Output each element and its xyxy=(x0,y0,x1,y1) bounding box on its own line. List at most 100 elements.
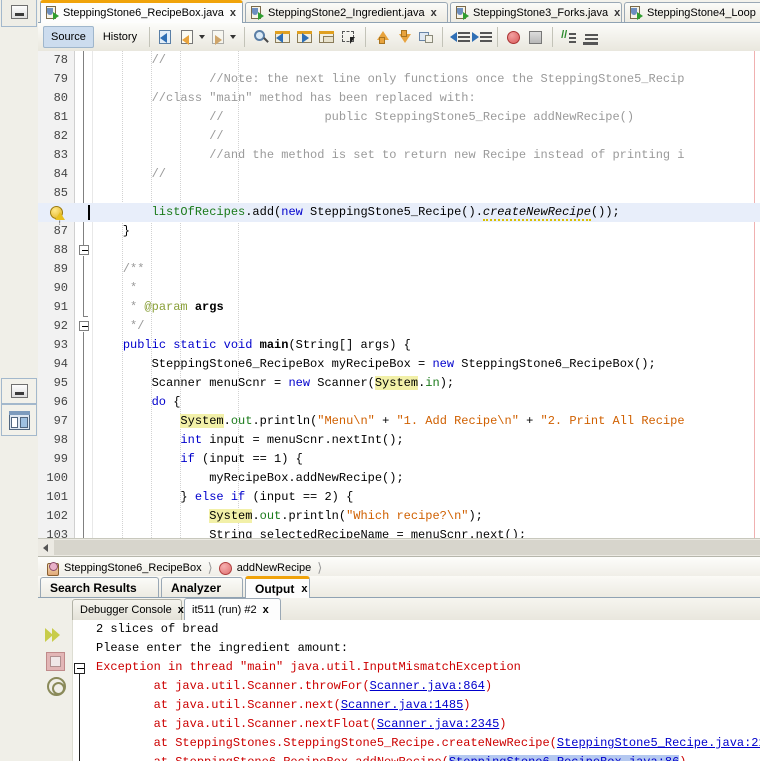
tab-close-button[interactable]: x xyxy=(301,583,307,595)
line-number: 92 xyxy=(53,319,68,333)
stack-trace-link[interactable]: Scanner.java:864 xyxy=(370,679,485,693)
shift-left-icon[interactable] xyxy=(449,27,471,47)
editor-tab-close-button[interactable]: x xyxy=(614,7,620,19)
line-number: 97 xyxy=(53,414,68,428)
line-number: 79 xyxy=(53,72,68,86)
console-text: ) xyxy=(499,717,507,731)
code-text: //class "main" method has been replaced … xyxy=(94,91,476,105)
settings-icon[interactable] xyxy=(44,674,66,696)
code-line: 83 //and the method is set to return new… xyxy=(38,146,760,165)
rectangular-selection-icon[interactable] xyxy=(339,27,359,47)
editor-tab-steppingstone2[interactable]: SteppingStone2_Ingredient.java x xyxy=(245,2,448,23)
comment-icon[interactable]: // xyxy=(559,27,579,47)
previous-error-icon[interactable] xyxy=(372,27,392,47)
scroll-left-button[interactable] xyxy=(38,539,54,556)
minimize-window-button[interactable] xyxy=(11,5,28,19)
tab-label: Output xyxy=(255,581,295,596)
code-text: int input = menuScnr.nextInt(); xyxy=(180,433,404,447)
console-line: Please enter the ingredient amount: xyxy=(72,639,760,658)
stop-macro-icon[interactable] xyxy=(526,27,546,47)
method-icon xyxy=(218,561,232,575)
code-line: 79 //Note: the next line only functions … xyxy=(38,70,760,89)
tab-analyzer[interactable]: Analyzer xyxy=(161,577,243,598)
breadcrumb-separator-icon: ⟩ xyxy=(207,560,213,575)
warning-bulb-icon[interactable] xyxy=(49,206,65,233)
code-line: listOfRecipes.add(new SteppingStone5_Rec… xyxy=(38,203,760,233)
stop-icon[interactable] xyxy=(44,650,66,672)
editor-horizontal-scrollbar[interactable] xyxy=(38,538,760,556)
line-number: 96 xyxy=(53,395,68,409)
code-text: String selectedRecipeName = menuScnr.nex… xyxy=(94,528,527,538)
bottom-panel: Search Results Analyzer Output x Debugge… xyxy=(38,576,760,761)
scroll-track[interactable] xyxy=(54,540,760,555)
refactor-dropdown-icon[interactable] xyxy=(199,35,206,39)
rerun-icon[interactable] xyxy=(44,624,66,646)
toggle-breakpoint-icon[interactable] xyxy=(416,27,436,47)
line-number: 102 xyxy=(46,509,68,523)
history-view-button[interactable]: History xyxy=(96,26,144,48)
editor-window: SteppingStone6_RecipeBox.java x Stepping… xyxy=(38,0,760,580)
console-text: Exception in thread "main" java.util.Inp… xyxy=(96,660,521,674)
last-edit-icon[interactable] xyxy=(156,27,176,47)
breadcrumb-item-class[interactable]: SteppingStone6_RecipeBox xyxy=(46,561,202,576)
find-selection-icon[interactable] xyxy=(251,27,271,47)
bottom-tab-bar: Search Results Analyzer Output x xyxy=(38,576,760,598)
next-error-icon[interactable] xyxy=(394,27,414,47)
line-number: 83 xyxy=(53,148,68,162)
code-text: // xyxy=(94,53,167,67)
code-text: //Note: the next line only functions onc… xyxy=(94,72,685,86)
projects-window-toggle[interactable] xyxy=(1,378,37,404)
editor-tab-close-button[interactable]: x xyxy=(431,7,437,19)
editor-tab-steppingstone4[interactable]: SteppingStone4_Loop xyxy=(624,2,760,23)
editor-tab-label: SteppingStone3_Forks.java xyxy=(473,7,609,19)
files-window-toggle[interactable] xyxy=(1,404,37,436)
toggle-bookmark-icon[interactable] xyxy=(317,27,337,47)
tab-search-results[interactable]: Search Results xyxy=(40,577,159,598)
subtab-debugger-console[interactable]: Debugger Console x xyxy=(72,599,184,620)
code-line: 102 System.out.println("Which recipe?\n"… xyxy=(38,507,760,526)
code-text: */ xyxy=(94,319,145,333)
top-left-dock-panel xyxy=(1,0,37,27)
uncomment-icon[interactable] xyxy=(581,27,601,47)
editor-tab-label: SteppingStone4_Loop xyxy=(647,7,756,19)
previous-bookmark-icon[interactable] xyxy=(273,27,293,47)
editor-tab-close-button[interactable]: x xyxy=(230,7,236,19)
shift-right-icon[interactable] xyxy=(471,27,493,47)
stack-trace-link[interactable]: Scanner.java:1485 xyxy=(341,698,463,712)
stack-trace-link[interactable]: SteppingStone6_RecipeBox.java:86 xyxy=(448,755,680,761)
source-view-button[interactable]: Source xyxy=(43,26,94,48)
stack-trace-link[interactable]: Scanner.java:2345 xyxy=(377,717,499,731)
code-editor[interactable]: 78 //79 //Note: the next line only funct… xyxy=(38,51,760,538)
breadcrumb-class-label: SteppingStone6_RecipeBox xyxy=(64,562,202,574)
console-line: at SteppingStones.SteppingStone5_Recipe.… xyxy=(72,734,760,753)
output-fold-toggle[interactable] xyxy=(74,663,85,674)
console-text: at SteppingStone6_RecipeBox.addNewRecipe… xyxy=(96,755,449,761)
next-bookmark-icon[interactable] xyxy=(295,27,315,47)
subtab-label: it511 (run) #2 xyxy=(192,603,257,616)
java-file-icon xyxy=(455,6,469,20)
console-line: Exception in thread "main" java.util.Inp… xyxy=(72,658,760,677)
stack-trace-link[interactable]: SteppingStone5_Recipe.java:210 xyxy=(557,736,760,750)
tab-output[interactable]: Output x xyxy=(245,576,310,598)
subtab-it511-run[interactable]: it511 (run) #2 x xyxy=(184,598,281,620)
code-text: if (input == 1) { xyxy=(180,452,303,466)
tab-label: Search Results xyxy=(50,581,137,595)
code-text: myRecipeBox.addNewRecipe(); xyxy=(94,471,404,485)
output-console[interactable]: 2 slices of bread Please enter the ingred… xyxy=(38,620,760,761)
left-dock-strip xyxy=(0,0,38,761)
forward-dropdown-icon[interactable] xyxy=(230,35,237,39)
code-lines: 78 //79 //Note: the next line only funct… xyxy=(38,51,760,538)
subtab-close-button[interactable]: x xyxy=(263,604,269,616)
editor-tab-steppingstone6[interactable]: SteppingStone6_RecipeBox.java x xyxy=(40,0,243,23)
code-line: 93 public static void main(String[] args… xyxy=(38,336,760,355)
editor-tab-steppingstone3[interactable]: SteppingStone3_Forks.java x xyxy=(450,2,622,23)
refactor-icon[interactable] xyxy=(178,27,198,47)
start-recording-macro-icon[interactable] xyxy=(504,27,524,47)
breadcrumb-item-method[interactable]: addNewRecipe xyxy=(218,561,311,575)
editor-toolbar: Source History // xyxy=(38,23,760,52)
output-side-toolbar xyxy=(38,620,73,761)
console-text: ) xyxy=(463,698,471,712)
forward-refactor-icon[interactable] xyxy=(209,27,229,47)
subtab-close-button[interactable]: x xyxy=(178,604,184,616)
editor-tab-label: SteppingStone6_RecipeBox.java xyxy=(63,7,224,19)
